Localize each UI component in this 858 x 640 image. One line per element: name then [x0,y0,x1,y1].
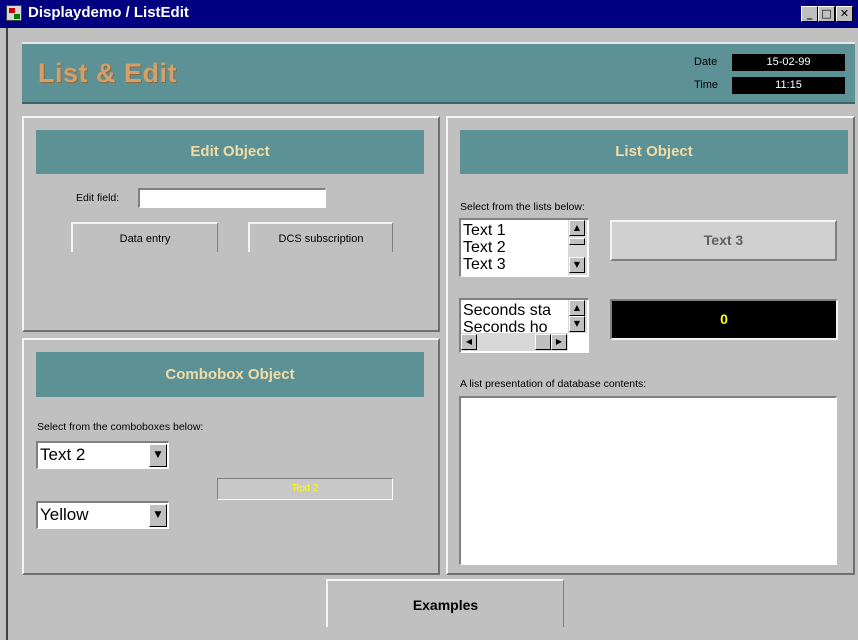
minimize-button[interactable]: _ [801,6,818,22]
chevron-down-icon[interactable]: ▼ [149,504,167,527]
time-value: 11:15 [732,77,845,94]
combobox-color[interactable]: Yellow ▼ [36,501,169,529]
maximize-button[interactable]: □ [818,6,835,22]
list-instruction: Select from the lists below: [460,201,585,213]
edit-object-heading: Edit Object [36,130,424,174]
close-button[interactable]: ✕ [836,6,853,22]
combobox-object-heading: Combobox Object [36,352,424,397]
database-listbox[interactable] [459,396,837,565]
chevron-down-icon[interactable]: ▼ [149,444,167,467]
combobox-instruction: Select from the comboboxes below: [37,421,204,433]
list-item[interactable]: Text 2 [461,239,506,256]
scroll-down-icon[interactable]: ▼ [569,316,585,332]
scroll-left-icon[interactable]: ◀ [461,334,477,350]
scroll-right-icon[interactable]: ▶ [551,334,567,350]
date-value: 15-02-99 [732,54,845,71]
scroll-thumb[interactable] [535,334,551,350]
combobox-result-display: Text 2 [217,478,393,500]
app-icon[interactable] [6,5,22,21]
seconds-counter: 0 [610,299,838,340]
combobox-result-text: Text 2 [291,483,319,494]
database-list-label: A list presentation of database contents… [460,378,647,390]
dcs-subscription-button[interactable]: DCS subscription [248,222,393,252]
edit-field-input[interactable] [138,188,326,208]
combobox-color-value: Yellow [40,505,89,524]
window-title: Displaydemo / ListEdit [28,4,189,21]
vertical-scrollbar[interactable]: ▲ ▼ [568,220,587,275]
examples-button[interactable]: Examples [326,579,564,627]
list-item[interactable]: Text 3 [461,256,506,273]
scroll-down-icon[interactable]: ▼ [569,257,585,273]
page-title: List & Edit [38,58,177,88]
scroll-up-icon[interactable]: ▲ [569,300,585,316]
edit-field-label: Edit field: [76,192,120,204]
date-label: Date [694,56,718,68]
scroll-up-icon[interactable]: ▲ [569,220,585,236]
combobox-text-value: Text 2 [40,445,86,464]
window-titlebar[interactable]: Displaydemo / ListEdit _ □ ✕ [0,0,858,28]
combobox-text[interactable]: Text 2 ▼ [36,441,169,469]
text-listbox[interactable]: Text 1 Text 2 Text 3 ▲ ▼ [459,218,589,277]
horizontal-scrollbar[interactable]: ◀ ▶ [461,333,568,351]
scroll-thumb[interactable] [569,238,585,245]
list-item[interactable]: Seconds sta [461,302,551,319]
list-object-heading: List Object [460,130,848,174]
vertical-scrollbar[interactable]: ▲ ▼ [568,300,587,333]
list-selection-display: Text 3 [610,220,837,261]
list-item[interactable]: Text 1 [461,222,506,239]
seconds-listbox[interactable]: Seconds sta Seconds ho ▲ ▼ ◀ ▶ [459,298,589,353]
header-banner: List & Edit Date 15-02-99 Time 11:15 [22,42,855,104]
window-frame-left [0,28,8,640]
data-entry-button[interactable]: Data entry [71,222,218,252]
time-label: Time [694,79,719,91]
